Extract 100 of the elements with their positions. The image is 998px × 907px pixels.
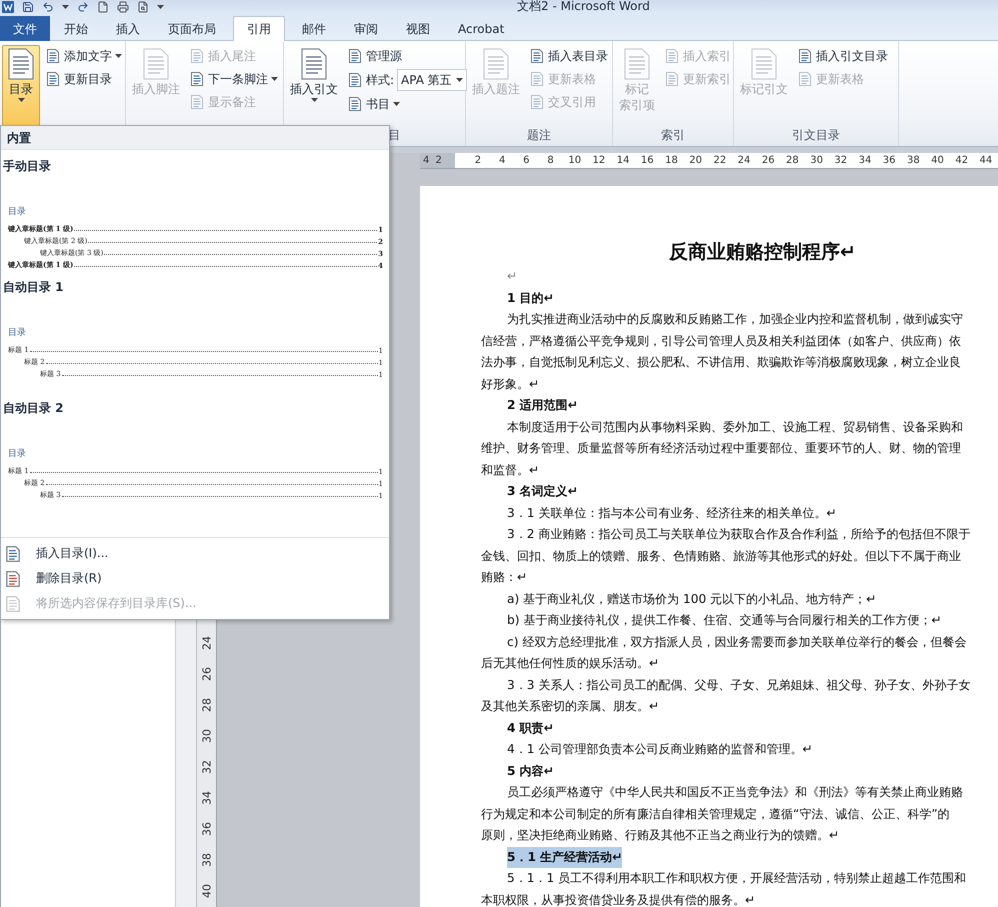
- ruler-number: 16: [640, 154, 655, 168]
- document-icon: [481, 48, 511, 80]
- ruler-number: 4: [498, 154, 506, 168]
- body-text-line: 原则，坚决拒绝商业贿赂、行贿及其他不正当之商业行为的馈赠。↵: [481, 827, 840, 844]
- paragraph-mark: ↵: [507, 268, 518, 285]
- ribbon-tab[interactable]: Acrobat: [444, 16, 518, 41]
- ribbon-button[interactable]: 管理源: [345, 46, 467, 66]
- ribbon-tab[interactable]: 邮件: [288, 16, 340, 41]
- ribbon-button[interactable]: 更新目录: [43, 69, 124, 89]
- section-heading: 5．1 生产经营活动↵: [507, 846, 622, 868]
- body-text-line: 3．1 关联单位：指与本公司有业务、经济往来的相关单位。↵: [507, 504, 837, 522]
- document-icon: [4, 544, 22, 562]
- preview-heading: 目录: [8, 326, 26, 339]
- ruler-number: 42: [954, 154, 970, 168]
- document-icon: [622, 48, 652, 80]
- ribbon-button[interactable]: 插入引文目录: [795, 46, 890, 66]
- body-text-line: 员工必须严格遵守《中华人民共和国反不正当竞争法》和《刑法》等有关禁止商业贿赂: [507, 784, 963, 801]
- document-icon: [189, 71, 205, 87]
- ribbon-button[interactable]: 目录: [2, 45, 40, 126]
- section-heading: 4 职责↵: [507, 720, 554, 736]
- ruler-number: 12: [592, 154, 606, 168]
- undo-icon[interactable]: [42, 0, 54, 12]
- body-text-line: 3．2 商业贿赂：指公司员工与关联单位为获取合作及合作利益，所给予的包括但不限于: [507, 526, 970, 543]
- gallery-item-title[interactable]: 自动目录 1: [3, 279, 64, 296]
- ruler-number: 22: [712, 154, 728, 168]
- section-heading: 3 名词定义↵: [507, 483, 578, 500]
- preview-heading: 目录: [8, 448, 26, 460]
- menu-item[interactable]: 插入目录(I)...: [1, 541, 389, 566]
- section-heading: 5 内容↵: [507, 762, 554, 780]
- document-icon: [347, 96, 363, 112]
- ribbon-tab[interactable]: 视图: [392, 16, 444, 41]
- ruler-number: 36: [882, 154, 897, 168]
- menu-item[interactable]: 删除目录(R): [1, 566, 389, 591]
- group-label: 题注: [527, 127, 551, 144]
- redo-icon[interactable]: [77, 0, 89, 12]
- body-text-line: 3．3 关系人：指公司员工的配偶、父母、子女、兄弟姐妹、祖父母、孙子女、外孙子女: [507, 676, 970, 694]
- gallery-item-title[interactable]: 自动目录 2: [3, 400, 64, 417]
- ruler-number: 34: [858, 154, 872, 168]
- ruler-number: 18: [664, 154, 679, 168]
- ruler-number: 10: [567, 154, 582, 168]
- ruler-number: 8: [546, 154, 555, 168]
- ribbon-tab[interactable]: 开始: [50, 16, 102, 41]
- ruler-number: 6: [522, 154, 531, 168]
- document-icon: [529, 71, 545, 87]
- body-text-line: 维护、财务管理、质量监督等所有经济活动过程中重要部位、重要环节的人、财、物的管理: [481, 440, 961, 457]
- document-icon: [45, 71, 61, 87]
- ruler-number: 28: [200, 698, 214, 714]
- ribbon-tab[interactable]: 审阅: [340, 16, 392, 41]
- ribbon-tab[interactable]: 插入: [102, 16, 154, 41]
- ribbon-button[interactable]: 添加文字: [43, 46, 124, 66]
- document-icon: [664, 48, 680, 64]
- body-text-line: a) 基于商业礼仪，赠送市场价为 100 元以下的小礼品、地方特产；↵: [507, 590, 876, 608]
- customize-caret-icon: [157, 4, 164, 8]
- body-text-line: 法办事，自觉抵制见利忘义、损公肥私、不讲信用、欺骗欺诈等消极腐败现象，树立企业良: [481, 354, 961, 371]
- ribbon-button[interactable]: 插入表目录: [527, 46, 610, 66]
- ruler-number: 44: [978, 154, 994, 168]
- ruler-number: 14: [616, 154, 630, 168]
- body-text-line: 后无其他任何性质的娱乐活动。↵: [481, 655, 660, 672]
- body-text-line: 金钱、回扣、物质上的馈赠、服务、色情贿赂、旅游等其他形式的好处。但以下不属于商业: [481, 548, 961, 564]
- body-text-line: 5．1．1 员工不得利用本职工作和职权方便，开展经营活动，特别禁止超越工作范围和: [507, 870, 966, 887]
- document-icon: [529, 48, 545, 64]
- ribbon-tab[interactable]: 引用: [233, 16, 285, 41]
- group-label: 索引: [661, 127, 685, 144]
- file-tab[interactable]: 文件: [0, 16, 50, 41]
- body-text-line: 本职权限，从事投资借贷业务及提供有偿的服务。↵: [481, 892, 756, 907]
- ruler-number: 24: [736, 154, 752, 168]
- new-document-icon[interactable]: [97, 0, 109, 12]
- gallery-item-title[interactable]: 手动目录: [3, 158, 51, 175]
- ruler-number: 30: [200, 728, 214, 746]
- ribbon-button[interactable]: 插入引文: [286, 45, 342, 125]
- document-icon: [797, 48, 813, 64]
- document-title: 反商业贿赂控制程序↵: [669, 240, 856, 265]
- preview-heading: 目录: [8, 206, 26, 218]
- document-icon: [6, 48, 36, 80]
- ruler-number: 4: [422, 154, 430, 168]
- print-preview-icon[interactable]: [137, 0, 149, 12]
- body-text-line: 为扎实推进商业活动中的反腐败和反贿赂工作，加强企业内控和监督机制，做到诚实守: [507, 311, 963, 328]
- ribbon-button[interactable]: 下一条脚注: [187, 69, 280, 89]
- document-icon: [45, 48, 61, 64]
- ribbon-button[interactable]: 书目: [345, 94, 467, 114]
- word-logo-icon: [2, 0, 14, 12]
- save-icon[interactable]: [22, 0, 34, 12]
- print-icon[interactable]: [117, 0, 129, 12]
- body-text-line: 4．1 公司管理部负责本公司反商业贿赂的监督和管理。↵: [507, 741, 813, 758]
- style-dropdown[interactable]: APA 第五: [397, 69, 467, 91]
- ruler-number: 38: [200, 852, 214, 870]
- ruler-number: 34: [200, 790, 214, 808]
- group-label: 目: [388, 127, 400, 144]
- ribbon-tab[interactable]: 页面布局: [154, 16, 230, 41]
- document-icon: [529, 94, 545, 110]
- ruler-number: 32: [200, 760, 214, 776]
- document-icon: [189, 94, 205, 110]
- document-icon: [4, 570, 22, 588]
- body-text-line: 和监督。↵: [481, 462, 540, 478]
- ruler-number: 26: [760, 154, 776, 168]
- document-icon: [797, 71, 813, 87]
- body-text-line: 及其他关系密切的亲属、朋友。↵: [481, 698, 660, 715]
- ruler-number: 24: [200, 636, 214, 652]
- document-icon: [4, 594, 22, 612]
- body-text-line: 本制度适用于公司范围内从事物料采购、委外加工、设施工程、贸易销售、设备采购和: [507, 418, 963, 436]
